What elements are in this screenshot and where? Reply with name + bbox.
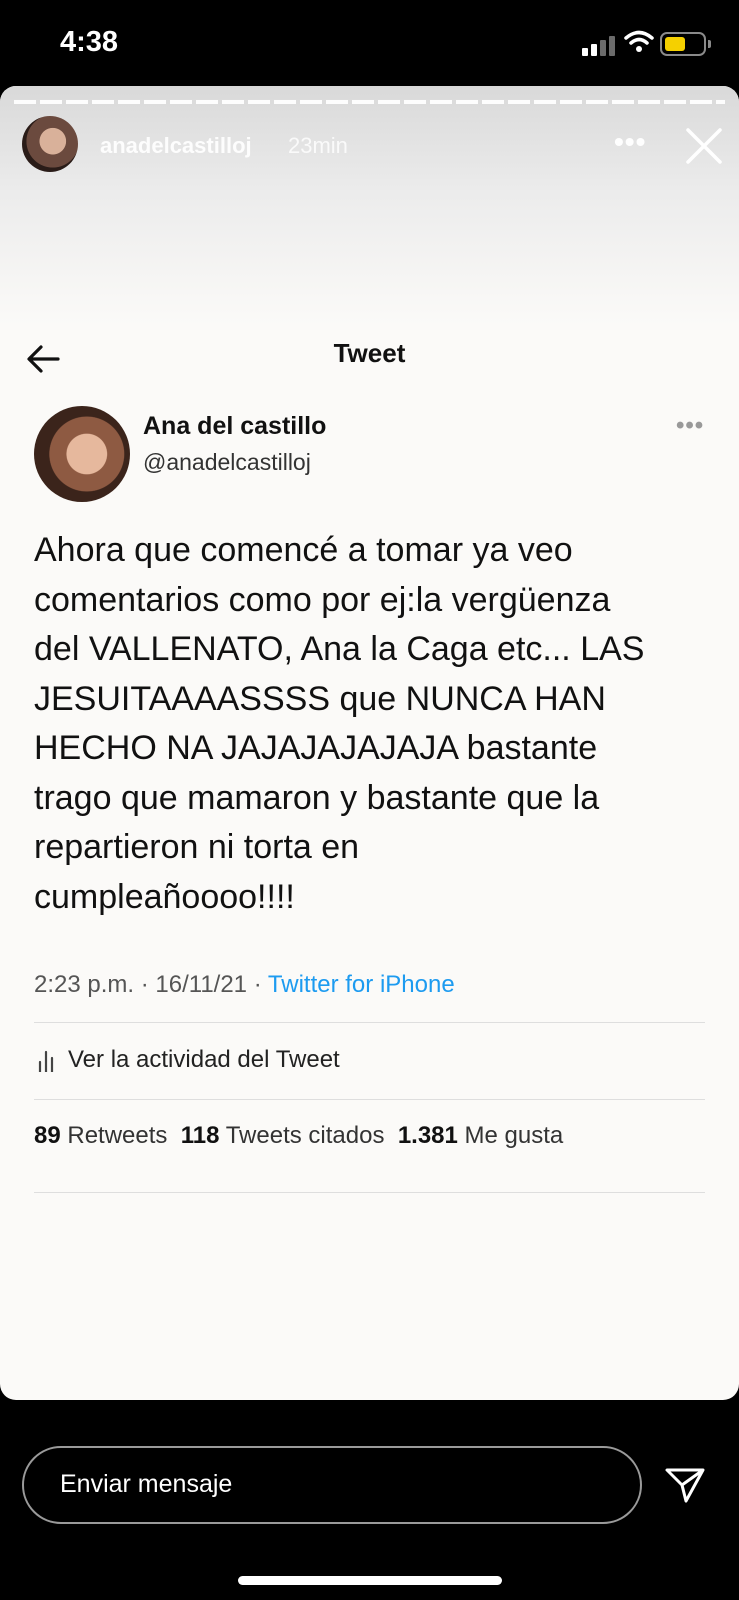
tweet-timestamp: 2:23 p.m. · 16/11/21 · <box>34 971 268 998</box>
story-avatar[interactable] <box>22 116 78 172</box>
status-bar: 4:38 <box>0 0 739 86</box>
quotes-count[interactable]: 118 <box>181 1122 220 1149</box>
tweet-more-icon[interactable]: ••• <box>676 412 704 440</box>
tweet-line: Ahora que comencé a tomar ya veo <box>34 531 573 569</box>
wifi-icon <box>624 30 654 52</box>
activity-label: Ver la actividad del Tweet <box>68 1046 340 1073</box>
tweet-line: HECHO NA JAJAJAJAJAJA bastante <box>34 729 598 767</box>
tweet-line: comentarios como por ej:la vergüenza <box>34 580 611 619</box>
analytics-icon <box>38 1050 54 1072</box>
story-card[interactable]: anadelcastilloj 23min ••• Tweet Ana del … <box>0 86 739 1400</box>
tweet-header: Tweet <box>0 326 739 396</box>
retweets-label[interactable]: Retweets <box>67 1122 167 1149</box>
likes-count[interactable]: 1.381 <box>398 1122 458 1149</box>
battery-icon <box>660 32 706 56</box>
divider <box>34 1192 705 1193</box>
status-time: 4:38 <box>60 26 119 58</box>
home-indicator[interactable] <box>238 1576 502 1585</box>
story-top-shade <box>0 86 739 326</box>
tweet-line: JESUITAAAASSSS que NUNCA HAN <box>34 679 606 718</box>
battery-level <box>665 37 685 51</box>
tweet-body: Ahora que comencé a tomar ya veo comenta… <box>34 526 714 922</box>
author-avatar[interactable] <box>34 406 130 502</box>
author-handle[interactable]: @anadelcastilloj <box>143 449 311 476</box>
story-time-ago: 23min <box>288 133 348 158</box>
battery-cap <box>708 40 711 48</box>
likes-label[interactable]: Me gusta <box>465 1122 564 1149</box>
tweet-timestamp-row: 2:23 p.m. · 16/11/21 · Twitter for iPhon… <box>34 971 455 999</box>
divider <box>34 1022 705 1023</box>
story-username[interactable]: anadelcastilloj <box>100 133 252 159</box>
tweet-line: repartieron ni torta en <box>34 828 360 866</box>
tweet-stats: 89 Retweets 118 Tweets citados 1.381 Me … <box>34 1122 563 1150</box>
tweet-line: del VALLENATO, Ana la Caga etc... LAS <box>34 630 645 668</box>
close-icon[interactable] <box>684 126 724 166</box>
more-horizontal-icon[interactable]: ••• <box>614 126 646 158</box>
divider <box>34 1099 705 1100</box>
tweet-line: cumpleañoooo!!!! <box>34 877 295 916</box>
story-progress-bar <box>14 100 725 104</box>
quotes-label[interactable]: Tweets citados <box>226 1122 385 1149</box>
retweets-count[interactable]: 89 <box>34 1122 61 1149</box>
page-title: Tweet <box>333 338 406 368</box>
author-name[interactable]: Ana del castillo <box>143 412 326 441</box>
send-message-input[interactable]: Enviar mensaje <box>22 1446 642 1524</box>
send-icon[interactable] <box>664 1466 706 1504</box>
cellular-signal-icon <box>582 34 618 56</box>
tweet-source-link[interactable]: Twitter for iPhone <box>268 971 455 998</box>
message-placeholder: Enviar mensaje <box>60 1470 233 1498</box>
tweet-line: trago que mamaron y bastante que la <box>34 778 600 817</box>
